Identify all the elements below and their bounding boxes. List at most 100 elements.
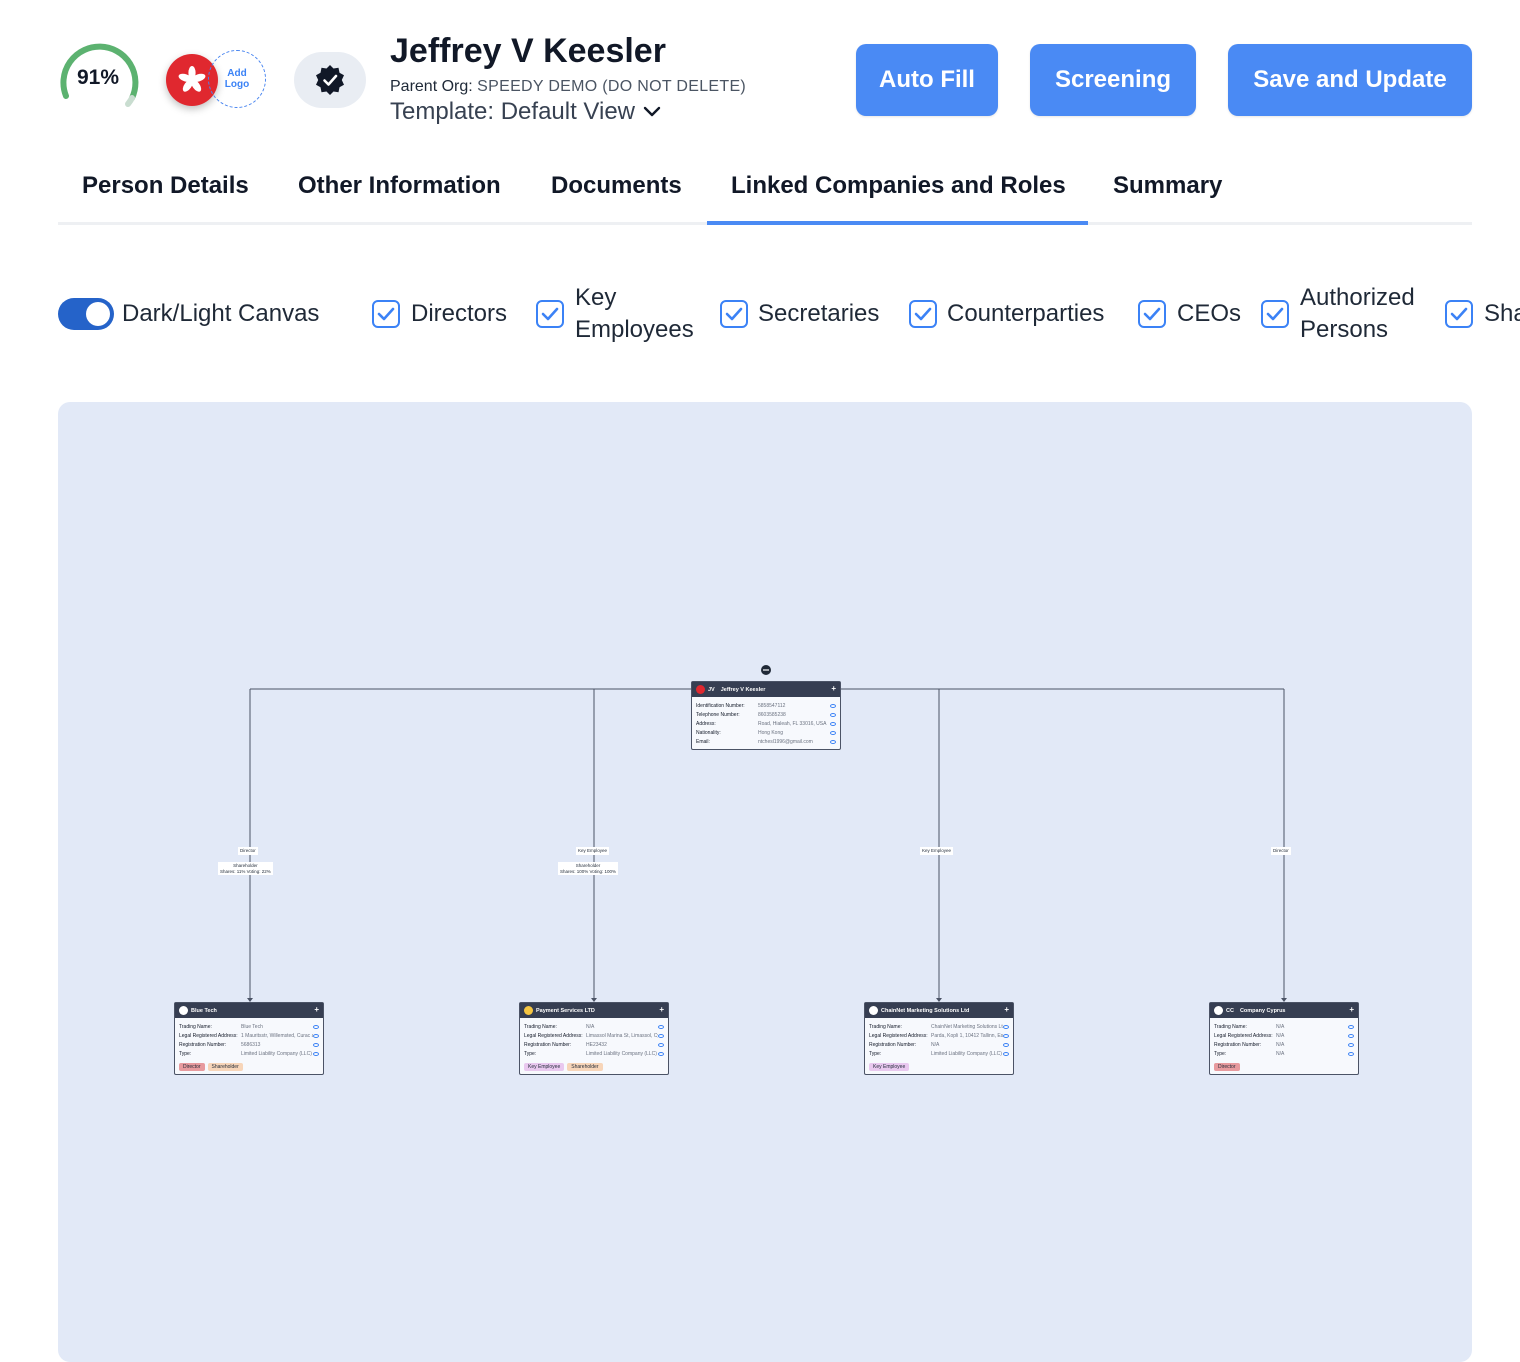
eye-icon[interactable] — [830, 730, 836, 735]
check-icon — [377, 307, 395, 321]
row-key: Nationality: — [696, 729, 721, 736]
expand-icon[interactable]: + — [659, 1005, 664, 1014]
edge-label-role: Key Employee — [576, 847, 610, 855]
node-initials: JV — [708, 686, 715, 693]
row-value: HE23432 — [586, 1041, 607, 1048]
eye-icon[interactable] — [1348, 1042, 1354, 1047]
eye-icon[interactable] — [1003, 1051, 1009, 1056]
row-key: Trading Name: — [1214, 1023, 1247, 1030]
expand-icon[interactable]: + — [314, 1005, 319, 1014]
parent-org: Parent Org: SPEEDY DEMO (DO NOT DELETE) — [390, 78, 746, 96]
directors-checkbox[interactable] — [372, 300, 400, 328]
node-row: Nationality: Hong Kong — [692, 728, 840, 737]
tab-documents[interactable]: Documents — [551, 172, 682, 200]
counterparties-checkbox[interactable] — [909, 300, 937, 328]
eye-icon[interactable] — [1003, 1042, 1009, 1047]
eye-icon[interactable] — [830, 703, 836, 708]
row-key: Email: — [696, 738, 710, 745]
tab-person-details[interactable]: Person Details — [82, 172, 249, 200]
tab-summary[interactable]: Summary — [1113, 172, 1222, 200]
company-logo-icon — [1214, 1006, 1223, 1015]
node-header: ChainNet Marketing Solutions Ltd + — [865, 1003, 1013, 1018]
eye-icon[interactable] — [658, 1051, 664, 1056]
company-logo-icon — [179, 1006, 188, 1015]
row-value: Hong Kong — [758, 729, 784, 736]
node-row: Identification Number: 5858547112 — [692, 701, 840, 710]
expand-icon[interactable]: + — [831, 684, 836, 693]
completion-percent: 91% — [76, 66, 120, 89]
screening-button[interactable]: Screening — [1030, 44, 1196, 116]
tab-other-information[interactable]: Other Information — [298, 172, 501, 200]
eye-icon[interactable] — [313, 1033, 319, 1038]
relationship-canvas[interactable]: Director Shareholder Shares: 11% Voting:… — [58, 402, 1472, 1362]
row-value: N/A — [1276, 1050, 1285, 1057]
expand-icon[interactable]: + — [1349, 1005, 1354, 1014]
eye-icon[interactable] — [1348, 1024, 1354, 1029]
node-row: Legal Registered Address: N/A — [1210, 1031, 1358, 1040]
company-node[interactable]: Payment Services LTD + Trading Name: N/A … — [519, 1002, 669, 1075]
auto-fill-button[interactable]: Auto Fill — [856, 44, 998, 116]
shareholders-label: Sha — [1484, 300, 1520, 327]
node-row: Legal Registered Address: Parda, Kopli 1,… — [865, 1031, 1013, 1040]
node-row: Legal Registered Address: Limassol Marina… — [520, 1031, 668, 1040]
check-icon — [914, 307, 932, 321]
eye-icon[interactable] — [658, 1042, 664, 1047]
expand-icon[interactable]: + — [1004, 1005, 1009, 1014]
row-key: Type: — [524, 1050, 537, 1057]
eye-icon[interactable] — [658, 1024, 664, 1029]
eye-icon[interactable] — [313, 1051, 319, 1056]
eye-icon[interactable] — [830, 712, 836, 717]
company-node[interactable]: CC Company Cyprus + Trading Name: N/A Leg… — [1209, 1002, 1359, 1075]
company-node[interactable]: Blue Tech + Trading Name: Blue Tech Legal… — [174, 1002, 324, 1075]
eye-icon[interactable] — [1003, 1024, 1009, 1029]
row-key: Type: — [179, 1050, 192, 1057]
add-logo-line1: Add — [227, 68, 247, 79]
company-node[interactable]: ChainNet Marketing Solutions Ltd + Tradi… — [864, 1002, 1014, 1075]
edge-label-shares: Shares: 100% Voting: 100% — [560, 868, 617, 874]
edge-label-shareholder: Shareholder — [575, 863, 601, 868]
company-logo-icon — [524, 1006, 533, 1015]
parent-org-value: SPEEDY DEMO (DO NOT DELETE) — [477, 78, 747, 95]
row-value: Limited Liability Company (LLC) — [931, 1050, 1002, 1057]
check-icon — [1143, 307, 1161, 321]
connector-lines — [247, 665, 1287, 1002]
eye-icon[interactable] — [1003, 1033, 1009, 1038]
eye-icon[interactable] — [1348, 1033, 1354, 1038]
edge-label-role: Key Employee — [920, 847, 954, 855]
row-value: N/A — [931, 1041, 940, 1048]
key-employees-label-line2: Employees — [575, 316, 694, 343]
secretaries-checkbox[interactable] — [720, 300, 748, 328]
authorized-persons-checkbox[interactable] — [1261, 300, 1289, 328]
verified-badge-button[interactable] — [294, 52, 366, 108]
eye-icon[interactable] — [830, 739, 836, 744]
row-value: 8603585238 — [758, 711, 786, 718]
node-row: Trading Name: N/A — [520, 1022, 668, 1031]
node-row: Registration Number: N/A — [865, 1040, 1013, 1049]
row-value: 5686313 — [241, 1041, 261, 1048]
eye-icon[interactable] — [313, 1042, 319, 1047]
node-title: Company Cyprus — [1239, 1007, 1286, 1014]
row-value: Limassol Marina St, Limassol, Cyp rus — [586, 1032, 658, 1039]
shareholders-checkbox[interactable] — [1445, 300, 1473, 328]
template-selector[interactable]: Template: Default View — [390, 98, 661, 126]
directors-label: Directors — [411, 300, 508, 327]
ceos-checkbox[interactable] — [1138, 300, 1166, 328]
canvas-toggle-knob — [86, 302, 110, 326]
eye-icon[interactable] — [1348, 1051, 1354, 1056]
row-value: 5858547112 — [758, 702, 786, 709]
row-key: Legal Registered Address: — [869, 1032, 928, 1039]
node-row: Telephone Number: 8603585238 — [692, 710, 840, 719]
authorized-persons-label-line2: Persons — [1300, 316, 1389, 343]
role-badge: Shareholder — [207, 1063, 243, 1071]
row-value: Road, Hialeah, FL 33016, USA — [758, 720, 827, 727]
add-logo-button[interactable]: Add Logo — [208, 50, 266, 108]
company-logo-icon — [869, 1006, 878, 1015]
save-and-update-button[interactable]: Save and Update — [1228, 44, 1472, 116]
tab-linked-companies-and-roles[interactable]: Linked Companies and Roles — [731, 172, 1066, 200]
role-badge: Director — [179, 1063, 205, 1071]
person-node[interactable]: JV Jeffrey V Keesler + Identification Nu… — [691, 681, 841, 750]
key-employees-checkbox[interactable] — [536, 300, 564, 328]
eye-icon[interactable] — [658, 1033, 664, 1038]
eye-icon[interactable] — [830, 721, 836, 726]
eye-icon[interactable] — [313, 1024, 319, 1029]
